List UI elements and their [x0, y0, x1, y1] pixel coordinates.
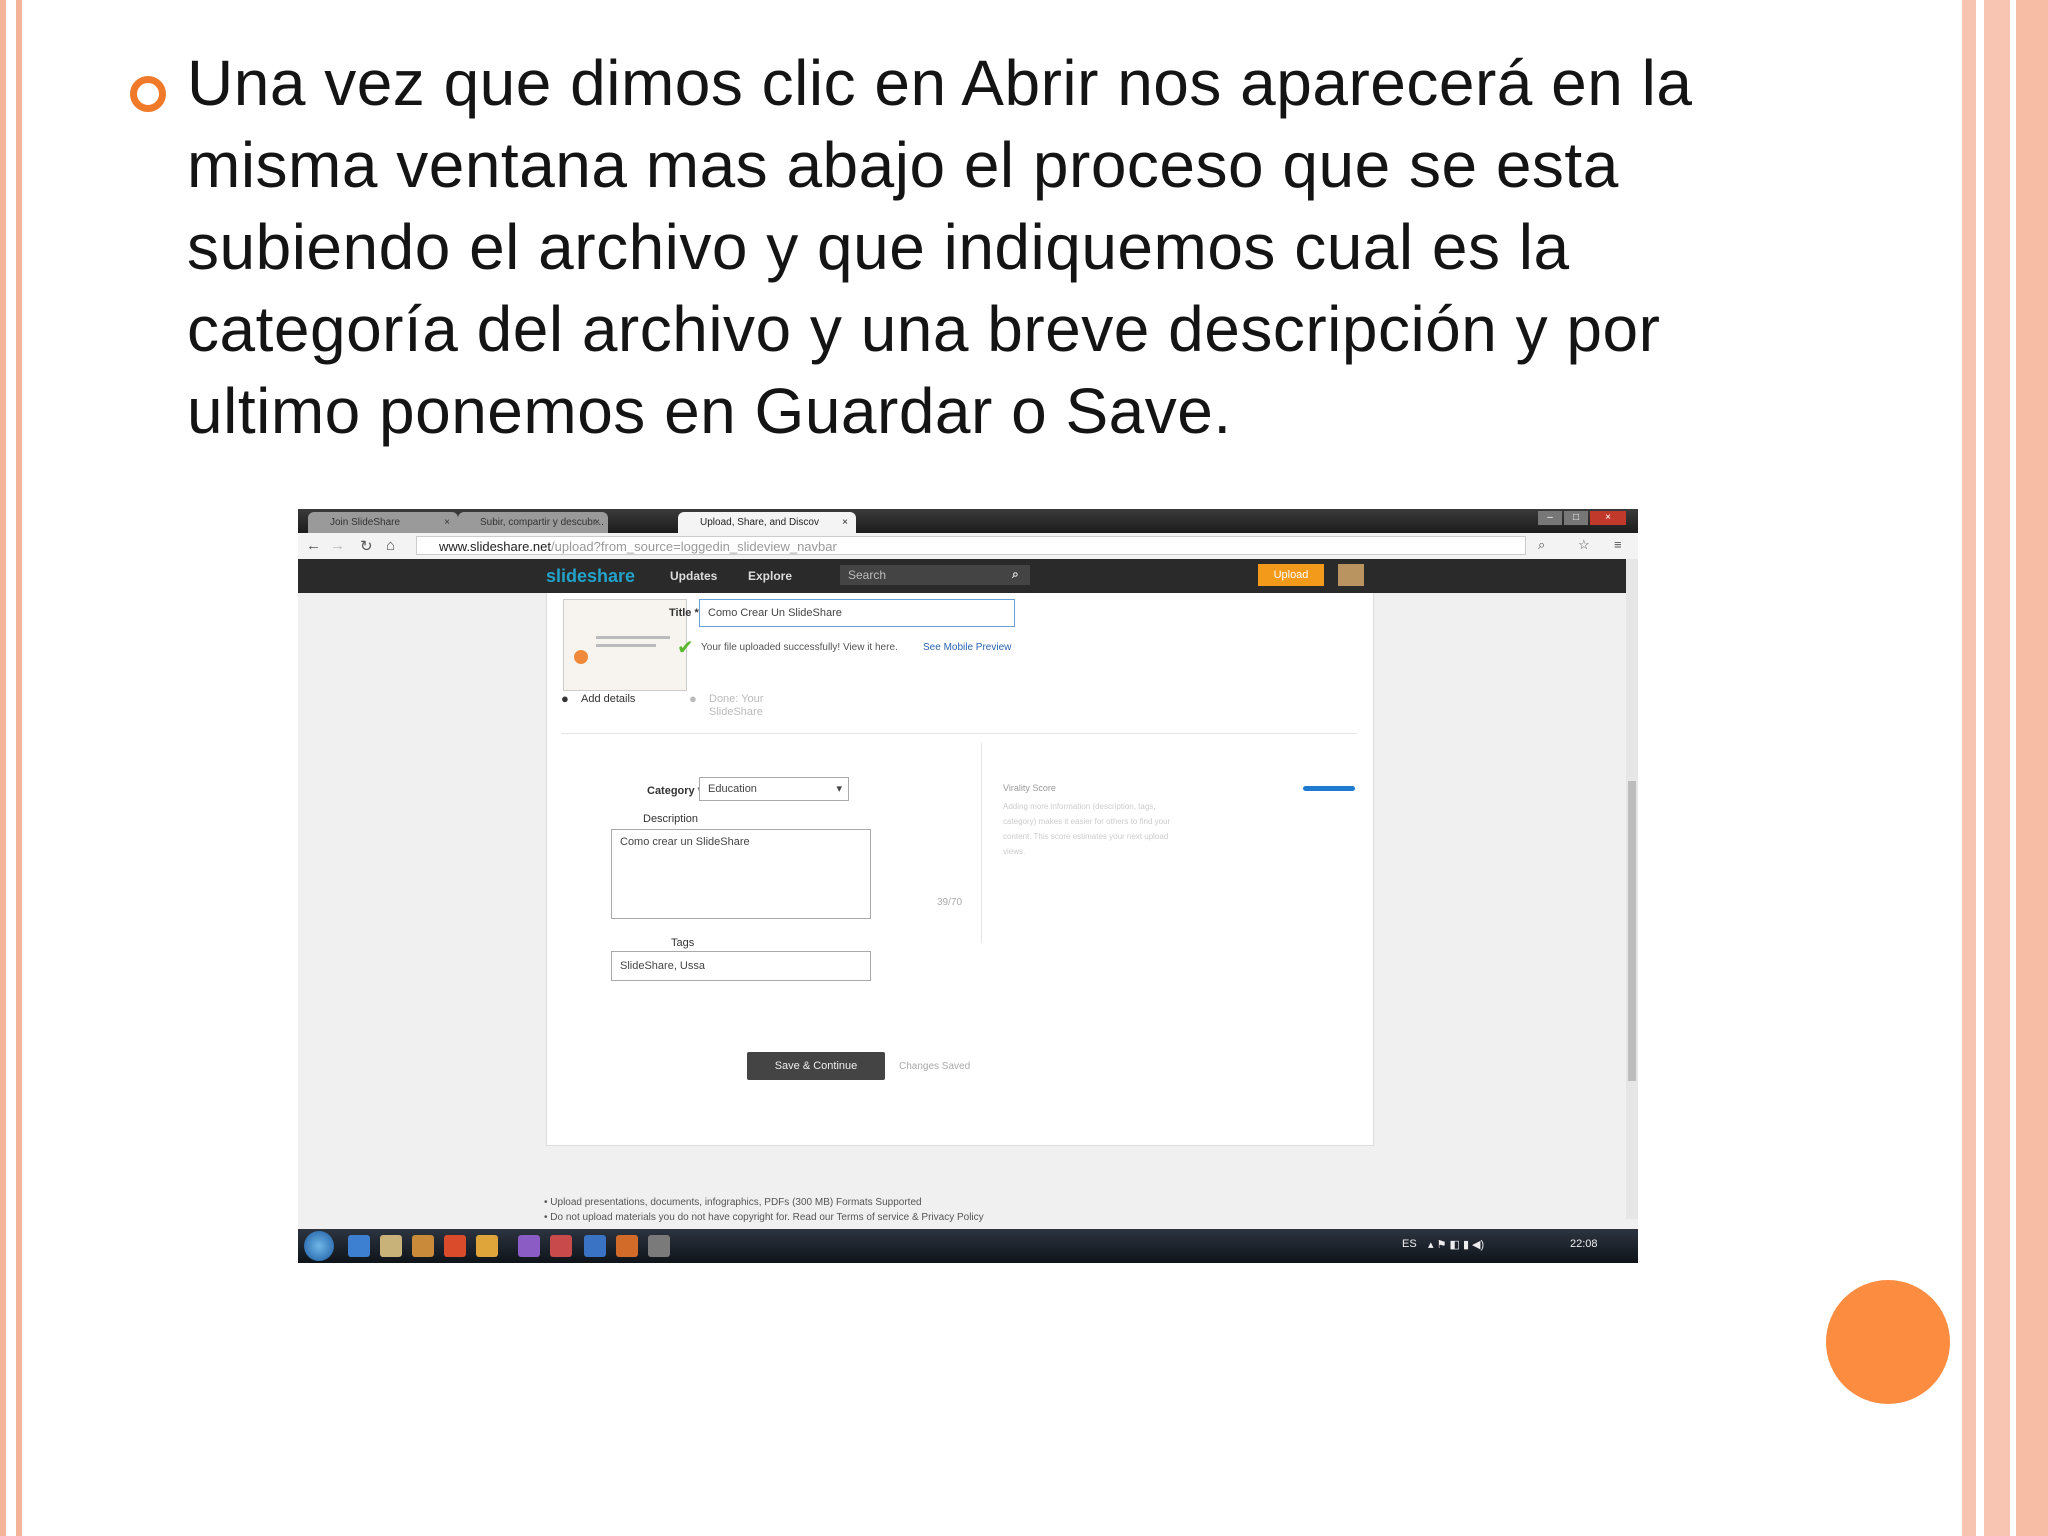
close-icon[interactable]: × — [842, 512, 848, 533]
frame-stripe-right-2 — [1976, 0, 1984, 1536]
description-textarea[interactable]: Como crear un SlideShare — [611, 829, 871, 919]
back-icon[interactable]: ← — [306, 537, 321, 554]
url-host: www.slideshare.net — [439, 539, 551, 554]
column-divider — [981, 743, 982, 943]
app-icon[interactable] — [550, 1235, 572, 1257]
url-input[interactable]: www.slideshare.net/upload?from_source=lo… — [416, 536, 1526, 555]
title-label: Title * — [669, 607, 699, 619]
bullet-icon — [130, 76, 166, 112]
reload-icon[interactable]: ↻ — [360, 537, 373, 555]
app-icon[interactable] — [648, 1235, 670, 1257]
frame-stripe-left-outer — [0, 0, 6, 1536]
close-icon[interactable]: × — [594, 512, 600, 533]
tab-label: Join SlideShare — [330, 517, 401, 528]
category-label: Category * — [647, 785, 703, 797]
explorer-icon[interactable] — [380, 1235, 402, 1257]
bookmark-star-icon[interactable]: ☆ — [1578, 537, 1590, 553]
chrome-icon[interactable] — [476, 1235, 498, 1257]
footnote-text: Do not upload materials you do not have … — [550, 1212, 984, 1223]
search-icon[interactable]: ⌕ — [1012, 567, 1019, 582]
divider — [561, 733, 1357, 734]
tags-input[interactable]: SlideShare, Ussa — [611, 951, 871, 981]
ie-icon[interactable] — [348, 1235, 370, 1257]
virality-help-text: Adding more information (description, ta… — [1003, 802, 1171, 856]
step-one-icon: ● — [561, 691, 569, 706]
app-icon[interactable] — [412, 1235, 434, 1257]
browser-tab[interactable]: Subir, compartir y descubr... × — [458, 512, 608, 533]
browser-tab-bar: Join SlideShare × Subir, compartir y desc… — [298, 509, 1638, 533]
clock[interactable]: 22:08 — [1570, 1238, 1598, 1250]
frame-stripe-right-1 — [1962, 0, 1976, 1536]
tags-label: Tags — [671, 937, 695, 949]
windows-taskbar: ES ▴ ⚑ ◧ ▮ ◀) 22:08 — [298, 1229, 1638, 1263]
url-path: /upload?from_source=loggedin_slideview_n… — [551, 539, 837, 554]
upload-button[interactable]: Upload — [1258, 564, 1324, 586]
forward-icon[interactable]: → — [330, 537, 345, 554]
slideshare-logo[interactable]: slideshare — [546, 566, 635, 587]
close-icon[interactable]: × — [444, 512, 450, 533]
chevron-down-icon: ▾ — [836, 783, 842, 795]
upload-form-panel: Title * Como Crear Un SlideShare ✔ Your … — [546, 593, 1374, 1146]
upload-success-text: Your file uploaded successfully! View it… — [701, 642, 898, 653]
slide-paragraph: Una vez que dimos clic en Abrir nos apar… — [187, 47, 1693, 447]
maximize-icon[interactable]: □ — [1564, 511, 1588, 525]
save-button[interactable]: Save & Continue — [747, 1052, 885, 1080]
avatar[interactable] — [1338, 564, 1364, 586]
category-value: Education — [708, 783, 757, 795]
char-count: 39/70 — [937, 897, 963, 908]
frame-stripe-right-5 — [2016, 0, 2048, 1536]
app-icon[interactable] — [518, 1235, 540, 1257]
check-icon: ✔ — [677, 637, 694, 659]
tab-label: Upload, Share, and Discov — [700, 517, 819, 528]
language-indicator[interactable]: ES — [1402, 1238, 1417, 1250]
browser-tab[interactable]: Join SlideShare × — [308, 512, 458, 533]
description-label: Description — [643, 813, 699, 825]
mobile-preview-link[interactable]: See Mobile Preview — [923, 642, 1011, 653]
media-icon[interactable] — [444, 1235, 466, 1257]
nav-updates[interactable]: Updates — [670, 569, 717, 583]
scrollbar-thumb[interactable] — [1628, 781, 1636, 1081]
virality-score-bar — [1303, 786, 1355, 791]
start-button-icon[interactable] — [304, 1231, 334, 1261]
frame-stripe-right-3 — [1984, 0, 2010, 1536]
footnote-item: • Do not upload materials you do not hav… — [544, 1212, 984, 1223]
step-two-icon: ● — [689, 691, 697, 706]
nav-explore[interactable]: Explore — [748, 569, 792, 583]
footnote-text: Upload presentations, documents, infogra… — [550, 1197, 922, 1208]
tray-icons[interactable]: ▴ ⚑ ◧ ▮ ◀) — [1428, 1238, 1484, 1251]
step-done: Done: Your SlideShare — [709, 693, 764, 718]
browser-tab-active[interactable]: Upload, Share, and Discov × — [678, 512, 856, 533]
embedded-screenshot: Join SlideShare × Subir, compartir y desc… — [298, 509, 1638, 1263]
word-icon[interactable] — [584, 1235, 606, 1257]
slideshare-navbar: slideshare Updates Explore Search ⌕ Uplo… — [298, 559, 1626, 593]
decorative-circle — [1826, 1280, 1950, 1404]
address-bar: ← → ↻ ⌂ www.slideshare.net/upload?from_s… — [298, 533, 1638, 560]
home-icon[interactable]: ⌂ — [386, 537, 395, 554]
title-input[interactable]: Como Crear Un SlideShare — [699, 599, 1015, 627]
menu-icon[interactable]: ≡ — [1614, 537, 1622, 552]
search-input[interactable]: Search — [840, 565, 1030, 585]
upload-footnotes: • Upload presentations, documents, infog… — [544, 1195, 984, 1225]
scrollbar[interactable] — [1626, 559, 1638, 1219]
virality-label: Virality Score — [1003, 783, 1056, 793]
step-add-details: Add details — [581, 693, 636, 705]
tab-label: Subir, compartir y descubr... — [480, 517, 604, 528]
minimize-icon[interactable]: – — [1538, 511, 1562, 525]
category-select[interactable]: Education ▾ — [699, 777, 849, 801]
powerpoint-icon[interactable] — [616, 1235, 638, 1257]
zoom-icon[interactable]: ⌕ — [1538, 537, 1545, 553]
window-close-icon[interactable]: × — [1590, 511, 1626, 525]
footnote-item: • Upload presentations, documents, infog… — [544, 1197, 922, 1208]
changes-saved-text: Changes Saved — [899, 1061, 971, 1072]
frame-stripe-left-inner — [16, 0, 22, 1536]
